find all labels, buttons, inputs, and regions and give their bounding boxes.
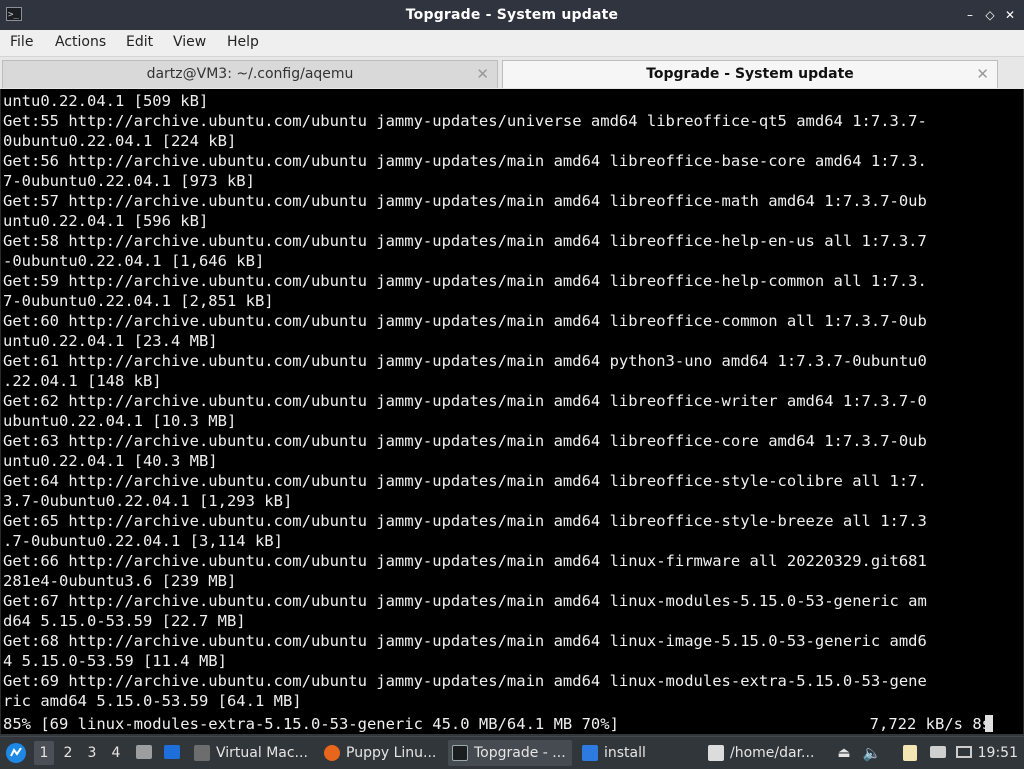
terminal-line: Get:57 http://archive.ubuntu.com/ubuntu … bbox=[3, 192, 927, 210]
window-title: Topgrade - System update bbox=[405, 7, 619, 23]
terminal-line: Get:59 http://archive.ubuntu.com/ubuntu … bbox=[3, 272, 927, 290]
task-puppy-linux[interactable]: Puppy Linu... bbox=[320, 740, 442, 766]
lubuntu-logo-icon bbox=[6, 743, 26, 763]
terminal-icon bbox=[452, 745, 468, 761]
terminal-line: 7-0ubuntu0.22.04.1 [973 kB] bbox=[3, 172, 255, 190]
task-label: Virtual Mac... bbox=[216, 745, 308, 761]
task-label: Puppy Linu... bbox=[346, 745, 437, 761]
terminal-line: ric amd64 5.15.0-53.59 [64.1 MB] bbox=[3, 692, 302, 710]
task-label: Topgrade - ... bbox=[474, 745, 566, 761]
terminal-line: untu0.22.04.1 [40.3 MB] bbox=[3, 452, 218, 470]
task-topgrade[interactable]: Topgrade - ... bbox=[448, 740, 572, 766]
tab-label: Topgrade - System update bbox=[646, 66, 854, 82]
show-desktop-icon[interactable] bbox=[162, 737, 182, 769]
terminal-line: 3.7-0ubuntu0.22.04.1 [1,293 kB] bbox=[3, 492, 293, 510]
task-virtual-machine[interactable]: Virtual Mac... bbox=[190, 740, 314, 766]
task-label: /home/dar... bbox=[730, 745, 815, 761]
menu-file[interactable]: File bbox=[10, 34, 33, 50]
menu-actions[interactable]: Actions bbox=[55, 34, 106, 50]
tab-close-icon[interactable]: ✕ bbox=[476, 65, 489, 83]
terminal-line: Get:62 http://archive.ubuntu.com/ubuntu … bbox=[3, 392, 927, 410]
eject-icon[interactable]: ⏏ bbox=[834, 737, 854, 769]
menu-bar: File Actions Edit View Help bbox=[0, 30, 1024, 57]
file-manager-launcher-icon[interactable] bbox=[134, 737, 154, 769]
progress-rate: 7,722 kB/s 8s bbox=[869, 715, 991, 733]
text-editor-icon bbox=[708, 745, 724, 761]
terminal-line: Get:69 http://archive.ubuntu.com/ubuntu … bbox=[3, 672, 927, 690]
firefox-icon bbox=[324, 745, 340, 761]
menu-help[interactable]: Help bbox=[227, 34, 259, 50]
terminal-line: untu0.22.04.1 [596 kB] bbox=[3, 212, 209, 230]
update-notifier-icon[interactable] bbox=[928, 737, 948, 769]
start-menu-button[interactable] bbox=[4, 737, 28, 769]
minimize-button[interactable]: – bbox=[961, 6, 979, 24]
terminal-line: .7-0ubuntu0.22.04.1 [3,114 kB] bbox=[3, 532, 283, 550]
workspace-4[interactable]: 4 bbox=[106, 741, 126, 765]
terminal-output: untu0.22.04.1 [509 kB] Get:55 http://arch… bbox=[3, 91, 927, 711]
workspace-1[interactable]: 1 bbox=[34, 741, 54, 765]
task-home-dar[interactable]: /home/dar... bbox=[704, 740, 828, 766]
clipboard-icon[interactable] bbox=[900, 737, 920, 769]
tab-label: dartz@VM3: ~/.config/aqemu bbox=[146, 66, 354, 82]
taskbar: 1 2 3 4 Virtual Mac... Puppy Linu... Top… bbox=[0, 736, 1024, 769]
network-icon[interactable] bbox=[954, 737, 976, 769]
terminal-line: Get:65 http://archive.ubuntu.com/ubuntu … bbox=[3, 512, 927, 530]
workspace-2[interactable]: 2 bbox=[58, 741, 78, 765]
tab-close-icon[interactable]: ✕ bbox=[976, 65, 989, 83]
workspace-3[interactable]: 3 bbox=[82, 741, 102, 765]
menu-edit[interactable]: Edit bbox=[126, 34, 153, 50]
task-label: install bbox=[604, 745, 646, 761]
terminal-view[interactable]: untu0.22.04.1 [509 kB] Get:55 http://arch… bbox=[0, 89, 1024, 734]
terminal-line: Get:66 http://archive.ubuntu.com/ubuntu … bbox=[3, 552, 927, 570]
terminal-line: -0ubuntu0.22.04.1 [1,646 kB] bbox=[3, 252, 265, 270]
folder-icon bbox=[582, 745, 598, 761]
terminal-line: Get:63 http://archive.ubuntu.com/ubuntu … bbox=[3, 432, 927, 450]
menu-view[interactable]: View bbox=[173, 34, 206, 50]
terminal-line: 4 5.15.0-53.59 [11.4 MB] bbox=[3, 652, 227, 670]
tab-bar: dartz@VM3: ~/.config/aqemu ✕ Topgrade - … bbox=[0, 57, 1024, 89]
terminal-line: untu0.22.04.1 [23.4 MB] bbox=[3, 332, 218, 350]
virtualbox-icon bbox=[194, 745, 210, 761]
terminal-line: Get:55 http://archive.ubuntu.com/ubuntu … bbox=[3, 112, 927, 130]
terminal-line: Get:56 http://archive.ubuntu.com/ubuntu … bbox=[3, 152, 927, 170]
tab-aqemu[interactable]: dartz@VM3: ~/.config/aqemu ✕ bbox=[2, 60, 498, 88]
terminal-line: Get:64 http://archive.ubuntu.com/ubuntu … bbox=[3, 472, 927, 490]
terminal-cursor bbox=[985, 715, 993, 732]
progress-line: 85% [69 linux-modules-extra-5.15.0-53-ge… bbox=[3, 715, 619, 733]
terminal-line: Get:58 http://archive.ubuntu.com/ubuntu … bbox=[3, 232, 927, 250]
terminal-line: untu0.22.04.1 [509 kB] bbox=[3, 92, 209, 110]
close-button[interactable]: ✕ bbox=[1001, 6, 1019, 24]
clock[interactable]: 19:51 bbox=[978, 737, 1018, 769]
window-titlebar[interactable]: >_ Topgrade - System update – ◇ ✕ bbox=[0, 0, 1024, 30]
terminal-line: 7-0ubuntu0.22.04.1 [2,851 kB] bbox=[3, 292, 274, 310]
terminal-line: 0ubuntu0.22.04.1 [224 kB] bbox=[3, 132, 237, 150]
volume-icon[interactable]: 🔈 bbox=[862, 737, 882, 769]
terminal-line: ubuntu0.22.04.1 [10.3 MB] bbox=[3, 412, 237, 430]
terminal-line: Get:61 http://archive.ubuntu.com/ubuntu … bbox=[3, 352, 927, 370]
terminal-line: Get:67 http://archive.ubuntu.com/ubuntu … bbox=[3, 592, 927, 610]
terminal-line: Get:60 http://archive.ubuntu.com/ubuntu … bbox=[3, 312, 927, 330]
task-install[interactable]: install bbox=[578, 740, 698, 766]
terminal-line: Get:68 http://archive.ubuntu.com/ubuntu … bbox=[3, 632, 927, 650]
terminal-line: 281e4-0ubuntu3.6 [239 MB] bbox=[3, 572, 237, 590]
terminal-line: .22.04.1 [148 kB] bbox=[3, 372, 162, 390]
restore-button[interactable]: ◇ bbox=[981, 6, 999, 24]
terminal-line: d64 5.15.0-53.59 [22.7 MB] bbox=[3, 612, 246, 630]
tab-topgrade[interactable]: Topgrade - System update ✕ bbox=[502, 60, 998, 88]
